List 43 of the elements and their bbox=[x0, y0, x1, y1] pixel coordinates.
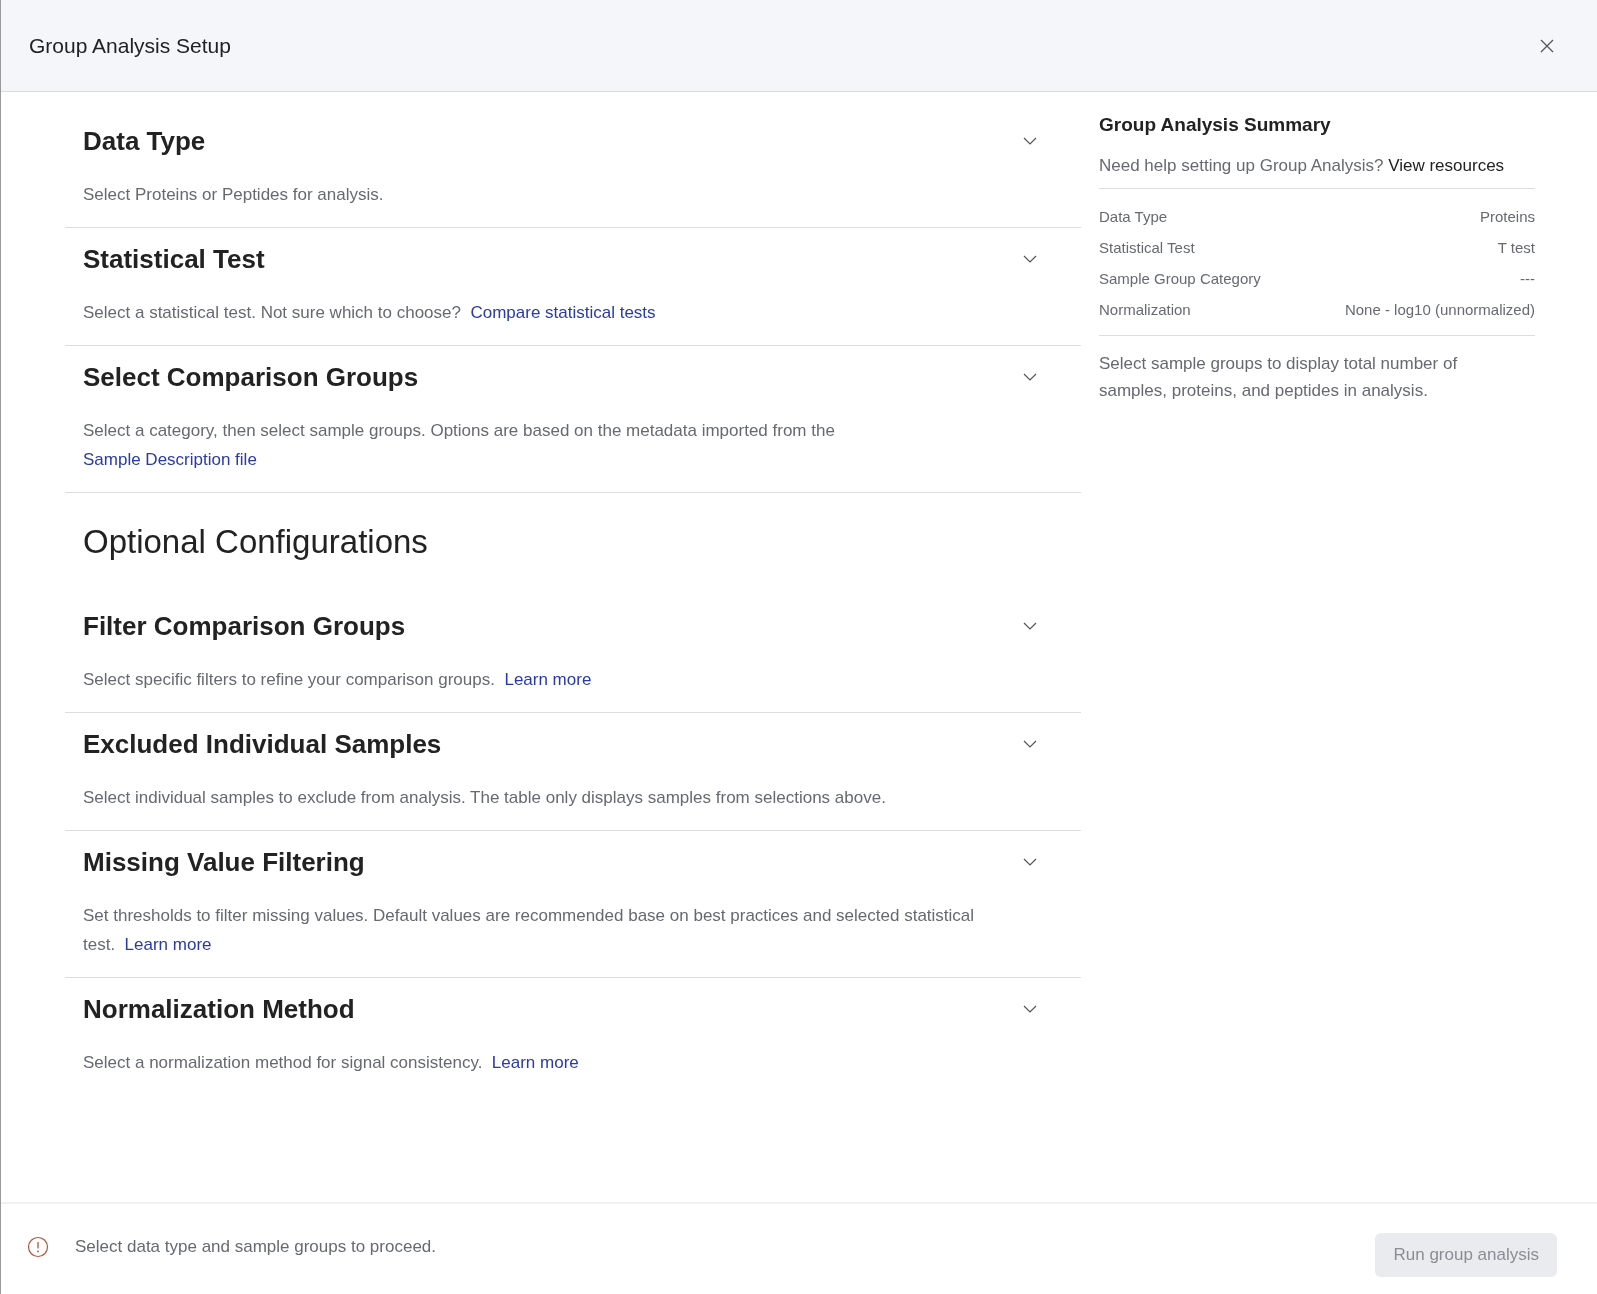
summary-label: Data Type bbox=[1099, 208, 1168, 225]
section-description: Select a statistical test. Not sure which to choose? Compare statistical tests bbox=[83, 302, 657, 324]
help-link[interactable]: Learn more bbox=[491, 1053, 579, 1072]
summary-label: Sample Group Category bbox=[1099, 270, 1261, 287]
summary-value: --- bbox=[1520, 270, 1535, 287]
help-link[interactable]: Learn more bbox=[504, 670, 592, 689]
chevron-icon bbox=[1023, 858, 1037, 866]
section-title: Data Type bbox=[83, 125, 206, 157]
section-title: Missing Value Filtering bbox=[83, 846, 365, 878]
summary-title: Group Analysis Summary bbox=[1099, 114, 1332, 136]
chevron-icon bbox=[1023, 137, 1037, 145]
summary-value: T test bbox=[1497, 239, 1535, 256]
section-title: Normalization Method bbox=[83, 993, 355, 1025]
view-resources-link[interactable]: View resources bbox=[1388, 156, 1505, 175]
chevron-icon bbox=[1023, 373, 1037, 381]
footer-message: Select data type and sample groups to proceed. bbox=[75, 1237, 437, 1257]
summary-label: Statistical Test bbox=[1099, 239, 1195, 256]
section-description: Set thresholds to filter missing values. Default values are recommended base on best practices and selected statistical test. Learn more bbox=[83, 905, 976, 956]
chevron-icon bbox=[1023, 255, 1037, 263]
help-link[interactable]: Compare statistical tests bbox=[470, 303, 656, 322]
dialog-title: Group Analysis Setup bbox=[29, 33, 231, 58]
help-link[interactable]: Learn more bbox=[124, 935, 212, 954]
section-description: Select a category, then select sample groups. Options are based on the metadata imported from the Sample Description file bbox=[83, 420, 836, 471]
section-title: Filter Comparison Groups bbox=[83, 610, 406, 642]
chevron-icon bbox=[1023, 1005, 1037, 1013]
summary-value: None - log10 (unnormalized) bbox=[1344, 301, 1535, 318]
warning-icon bbox=[27, 1236, 49, 1258]
help-text: Need help setting up Group Analysis? View resources bbox=[1099, 156, 1535, 189]
close-icon bbox=[1539, 37, 1555, 54]
section-description: Select a normalization method for signal consistency. Learn more bbox=[83, 1052, 580, 1074]
chevron-icon bbox=[1023, 740, 1037, 748]
section-title: Statistical Test bbox=[83, 243, 265, 275]
summary-note: Select sample groups to display total number of samples, proteins, and peptides in analysis. bbox=[1099, 353, 1459, 402]
section-title: Excluded Individual Samples bbox=[83, 728, 442, 760]
summary-label: Normalization bbox=[1099, 301, 1191, 318]
chevron-icon bbox=[1023, 622, 1037, 630]
section-description: Select specific filters to refine your comparison groups. Learn more bbox=[83, 669, 593, 691]
section-description: Select individual samples to exclude from analysis. The table only displays samples from selections above. bbox=[83, 787, 887, 809]
section-description: Select Proteins or Peptides for analysis. bbox=[83, 184, 385, 206]
section-title: Select Comparison Groups bbox=[83, 361, 419, 393]
help-link[interactable]: Sample Description file bbox=[83, 450, 257, 469]
summary-value: Proteins bbox=[1479, 208, 1535, 225]
optional-heading: Optional Configurations bbox=[82, 522, 429, 562]
